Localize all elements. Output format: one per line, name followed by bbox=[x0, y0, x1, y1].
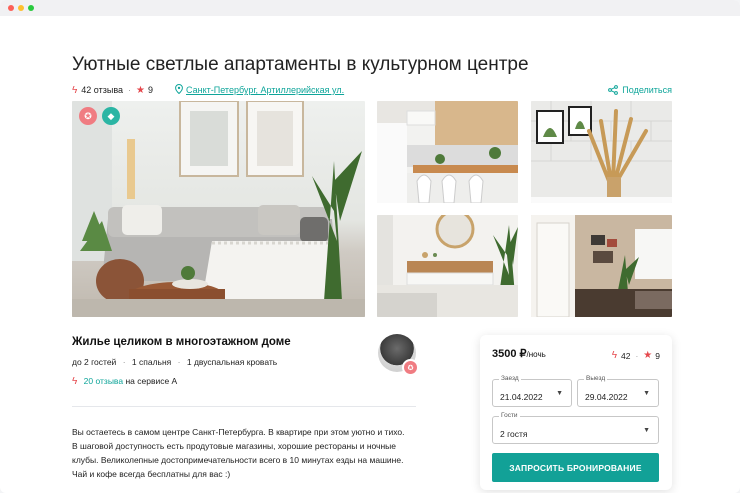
host-award-icon: ✪ bbox=[402, 359, 419, 376]
chevron-down-icon: ▼ bbox=[643, 427, 650, 434]
booking-rating: ϟ 42 · ★ 9 bbox=[611, 350, 660, 361]
checkout-field[interactable]: Выезд 29.04.2022 ▼ bbox=[577, 375, 659, 407]
bolt-icon: ϟ bbox=[611, 350, 617, 361]
bolt-icon: ϟ bbox=[72, 84, 78, 96]
reviews-count[interactable]: 42 отзыва bbox=[81, 85, 123, 95]
share-button[interactable]: Поделиться bbox=[608, 85, 672, 95]
gallery-photo-kitchen[interactable] bbox=[377, 101, 518, 203]
star-icon: ★ bbox=[643, 350, 653, 361]
booking-card: 3500 ₽/ночь ϟ 42 · ★ 9 Заезд 21.04.2022 … bbox=[480, 335, 672, 490]
details-heading: Жилье целиком в многоэтажном доме bbox=[72, 336, 291, 348]
bedrooms-count: 1 спальня bbox=[131, 357, 172, 367]
map-pin-icon bbox=[175, 83, 183, 97]
checkin-field[interactable]: Заезд 21.04.2022 ▼ bbox=[492, 375, 572, 407]
checkin-label: Заезд bbox=[499, 375, 521, 382]
price-unit: /ночь bbox=[526, 350, 546, 359]
guests-value: 2 гостя bbox=[500, 429, 528, 439]
window-titlebar bbox=[0, 0, 740, 16]
guests-label: Гости bbox=[499, 412, 520, 419]
checkout-value: 29.04.2022 bbox=[585, 392, 628, 402]
property-facts: до 2 гостей · 1 спальня · 1 двуспальная … bbox=[72, 357, 278, 367]
price-value: 3500 ₽ bbox=[492, 348, 527, 360]
booking-rating-value: 9 bbox=[655, 350, 660, 361]
beds-info: 1 двуспальная кровать bbox=[186, 357, 278, 367]
rating-value: 9 bbox=[148, 85, 154, 95]
photo-gallery: ✪ ◆ bbox=[72, 101, 672, 317]
diamond-badge-icon: ◆ bbox=[102, 107, 120, 125]
browser-window: Уютные светлые апартаменты в культурном … bbox=[0, 0, 740, 493]
chevron-down-icon: ▼ bbox=[556, 390, 563, 397]
share-label: Поделиться bbox=[622, 85, 672, 95]
listing-description: Вы остаетесь в самом центре Санкт-Петерб… bbox=[72, 427, 405, 479]
address-link[interactable]: Санкт-Петербург, Артиллерийская ул. bbox=[186, 85, 344, 95]
page-title: Уютные светлые апартаменты в культурном … bbox=[72, 54, 529, 75]
service-reviews-link[interactable]: 20 отзыва bbox=[84, 376, 123, 386]
listing-details: Жилье целиком в многоэтажном доме до 2 г… bbox=[72, 336, 416, 387]
gallery-photo-decor[interactable] bbox=[531, 101, 672, 203]
chevron-down-icon: ▼ bbox=[643, 390, 650, 397]
minimize-window-icon[interactable] bbox=[18, 5, 24, 11]
maximize-window-icon[interactable] bbox=[28, 5, 34, 11]
separator-dot: · bbox=[128, 85, 132, 95]
booking-reviews-count: 42 bbox=[620, 350, 631, 361]
listing-meta: ϟ 42 отзыва · ★ 9 Санкт-Петербург, Артил… bbox=[72, 83, 672, 97]
close-window-icon[interactable] bbox=[8, 5, 14, 11]
service-reviews-suffix: на сервисе А bbox=[125, 376, 178, 386]
section-divider bbox=[72, 406, 416, 407]
checkin-value: 21.04.2022 bbox=[500, 392, 543, 402]
gallery-photo-living[interactable] bbox=[531, 215, 672, 317]
award-badge-icon: ✪ bbox=[79, 107, 97, 125]
star-icon: ★ bbox=[136, 84, 145, 96]
share-icon bbox=[608, 85, 619, 95]
service-reviews: ϟ 20 отзыва на сервисе А bbox=[72, 376, 416, 387]
guests-capacity: до 2 гостей bbox=[72, 357, 117, 367]
bolt-icon: ϟ bbox=[72, 376, 78, 387]
checkout-label: Выезд bbox=[584, 375, 608, 382]
main-photo[interactable]: ✪ ◆ bbox=[72, 101, 365, 317]
request-booking-button[interactable]: ЗАПРОСИТЬ БРОНИРОВАНИЕ bbox=[492, 453, 659, 482]
guests-select[interactable]: Гости 2 гостя ▼ bbox=[492, 412, 659, 444]
gallery-photo-bedroom[interactable] bbox=[377, 215, 518, 317]
